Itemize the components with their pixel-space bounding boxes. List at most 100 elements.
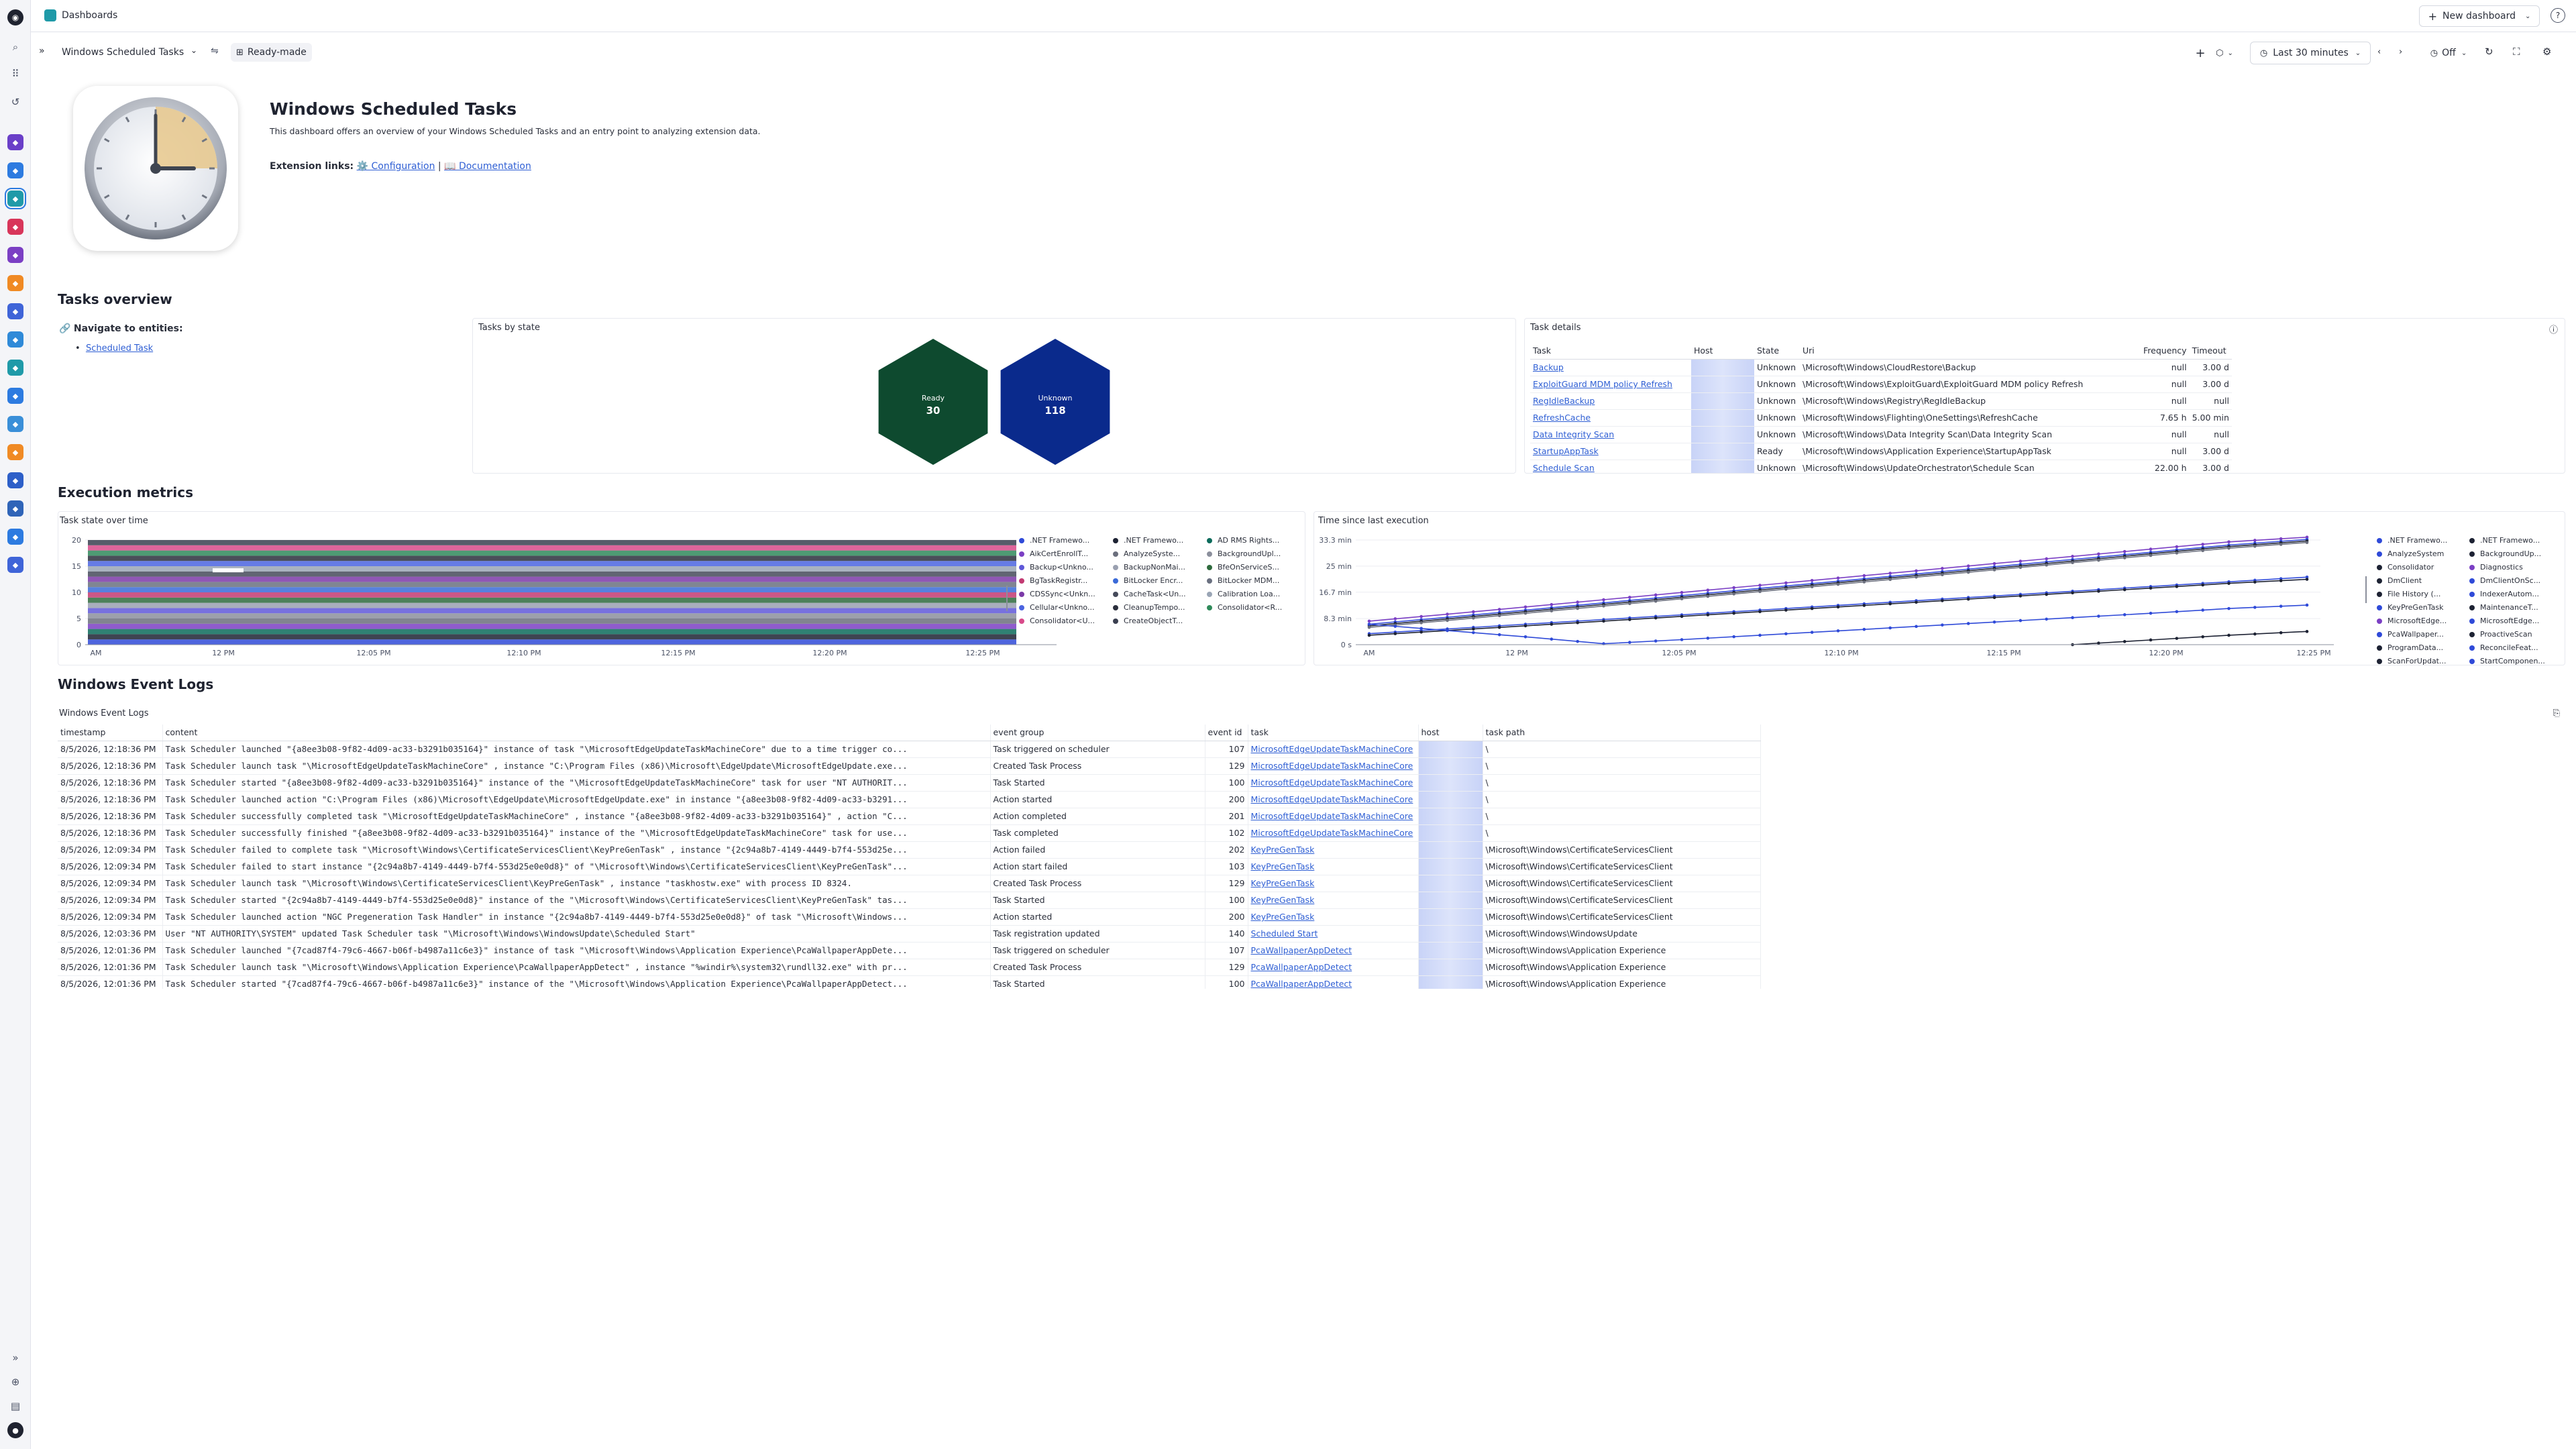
legend-entry[interactable]: ProgramData... <box>2377 643 2443 652</box>
host-cell[interactable] <box>1418 925 1483 943</box>
legend-entry[interactable]: BackgroundUp... <box>2469 549 2541 558</box>
settings-gear-icon[interactable]: ⚙ <box>2542 46 2551 58</box>
scheduled-task-link[interactable]: Scheduled Task <box>86 343 153 354</box>
host-cell[interactable] <box>1418 741 1483 758</box>
legend-entry[interactable]: PcaWallpaper... <box>2377 630 2444 639</box>
legend-entry[interactable]: BackgroundUpl... <box>1207 549 1281 558</box>
host-cell[interactable] <box>1418 808 1483 825</box>
legend-entry[interactable]: AnalyzeSyste... <box>1113 549 1180 558</box>
legend-entry[interactable]: File History (... <box>2377 590 2440 598</box>
legend-entry[interactable]: BitLocker Encr... <box>1113 576 1183 585</box>
legend-entry[interactable]: .NET Framewo... <box>1113 536 1183 545</box>
host-cell[interactable] <box>1418 757 1483 775</box>
area-series[interactable] <box>88 634 1016 640</box>
host-cell[interactable] <box>1418 824 1483 842</box>
column-header[interactable]: Uri <box>1800 343 2141 360</box>
app-icon-15[interactable]: ◆ <box>7 529 23 545</box>
task-link[interactable]: Backup <box>1533 362 1564 372</box>
task-link[interactable]: MicrosoftEdgeUpdateTaskMachineCore <box>1251 777 1413 788</box>
app-icon-10[interactable]: ◆ <box>7 388 23 404</box>
area-series[interactable] <box>88 576 1016 582</box>
legend-entry[interactable]: BitLocker MDM... <box>1207 576 1279 585</box>
host-cell[interactable] <box>1418 942 1483 959</box>
legend-entry[interactable]: Consolidator<U... <box>1019 616 1095 625</box>
legend-entry[interactable]: CDSSync<Unkn... <box>1019 590 1095 598</box>
line-series[interactable] <box>1368 604 2308 645</box>
area-series[interactable] <box>88 540 1016 545</box>
legend-entry[interactable]: ProactiveScan <box>2469 630 2532 639</box>
app-icon-1[interactable]: ◆ <box>7 134 23 150</box>
column-header[interactable]: event id <box>1205 724 1248 741</box>
area-series[interactable] <box>88 587 1016 592</box>
app-icon-13[interactable]: ◆ <box>7 472 23 488</box>
column-header[interactable]: State <box>1754 343 1800 360</box>
chevron-down-icon[interactable]: ⌄ <box>191 46 197 55</box>
host-cell[interactable] <box>1418 975 1483 989</box>
user-avatar[interactable]: ● <box>7 1422 23 1438</box>
host-cell[interactable] <box>1418 892 1483 909</box>
task-link[interactable]: MicrosoftEdgeUpdateTaskMachineCore <box>1251 828 1413 838</box>
task-link[interactable]: PcaWallpaperAppDetect <box>1251 979 1352 989</box>
area-series[interactable] <box>88 602 1016 608</box>
chevron-right-icon[interactable]: › <box>2399 47 2402 57</box>
task-link[interactable]: PcaWallpaperAppDetect <box>1251 962 1352 972</box>
legend-entry[interactable]: ScanForUpdat... <box>2377 657 2447 665</box>
legend-entry[interactable]: Calibration Loa... <box>1207 590 1280 598</box>
task-link[interactable]: KeyPreGenTask <box>1251 861 1315 871</box>
logo-icon[interactable]: ◉ <box>7 9 23 25</box>
legend-entry[interactable]: CacheTask<Un... <box>1113 590 1186 598</box>
area-series[interactable] <box>88 561 1016 566</box>
history-icon[interactable]: ↺ <box>7 94 23 110</box>
apps-icon[interactable]: ⠿ <box>7 66 23 82</box>
legend-entry[interactable]: AD RMS Rights... <box>1207 536 1279 545</box>
host-cell[interactable] <box>1691 443 1754 460</box>
legend-entry[interactable]: AnalyzeSystem <box>2377 549 2444 558</box>
app-icon-14[interactable]: ◆ <box>7 500 23 517</box>
area-series[interactable] <box>88 550 1016 556</box>
refresh-icon[interactable]: ↻ <box>2485 46 2493 58</box>
host-cell[interactable] <box>1691 376 1754 393</box>
host-cell[interactable] <box>1691 426 1754 443</box>
column-header[interactable]: host <box>1418 724 1483 741</box>
task-link[interactable]: MicrosoftEdgeUpdateTaskMachineCore <box>1251 811 1413 821</box>
app-icon-9[interactable]: ◆ <box>7 360 23 376</box>
app-icon-16[interactable]: ◆ <box>7 557 23 573</box>
host-cell[interactable] <box>1691 409 1754 427</box>
app-icon-6[interactable]: ◆ <box>7 275 23 291</box>
task-link[interactable]: MicrosoftEdgeUpdateTaskMachineCore <box>1251 744 1413 754</box>
task-link[interactable]: PcaWallpaperAppDetect <box>1251 945 1352 955</box>
legend-entry[interactable]: IndexerAutom... <box>2469 590 2539 598</box>
host-cell[interactable] <box>1418 959 1483 976</box>
task-link[interactable]: Schedule Scan <box>1533 463 1595 473</box>
task-link[interactable]: KeyPreGenTask <box>1251 895 1315 905</box>
legend-entry[interactable]: Backup<Unkno... <box>1019 563 1093 572</box>
area-series[interactable] <box>88 639 1016 645</box>
legend-entry[interactable]: DmClientOnSc... <box>2469 576 2540 585</box>
legend-entry[interactable]: Consolidator <box>2377 563 2434 572</box>
expand-rail-icon[interactable]: » <box>7 1350 23 1366</box>
configuration-link[interactable]: ⚙️ Configuration <box>357 161 435 172</box>
host-cell[interactable] <box>1691 392 1754 410</box>
host-cell[interactable] <box>1691 359 1754 376</box>
info-icon[interactable]: ⓘ <box>2549 323 2558 335</box>
notifications-icon[interactable]: ▤ <box>7 1398 23 1414</box>
host-cell[interactable] <box>1418 908 1483 926</box>
fullscreen-icon[interactable]: ⛶ <box>2513 46 2520 58</box>
legend-entry[interactable]: .NET Framewo... <box>2377 536 2447 545</box>
column-header[interactable]: timestamp <box>58 724 163 741</box>
legend-entry[interactable]: .NET Framewo... <box>2469 536 2540 545</box>
column-header[interactable]: Timeout <box>2189 343 2232 360</box>
auto-refresh-selector[interactable]: ◷ Off ⌄ <box>2420 42 2477 64</box>
host-cell[interactable] <box>1691 460 1754 473</box>
area-series[interactable] <box>88 545 1016 551</box>
column-header[interactable]: content <box>162 724 991 741</box>
legend-entry[interactable]: BgTaskRegistr... <box>1019 576 1087 585</box>
dashboards-app-icon[interactable] <box>44 9 56 21</box>
task-link[interactable]: Scheduled Start <box>1251 928 1318 938</box>
host-cell[interactable] <box>1418 791 1483 808</box>
host-cell[interactable] <box>1418 858 1483 875</box>
task-link[interactable]: KeyPreGenTask <box>1251 845 1315 855</box>
host-cell[interactable] <box>1418 841 1483 859</box>
state-hexagon[interactable]: Ready 30 <box>878 339 988 465</box>
column-header[interactable]: task <box>1248 724 1419 741</box>
